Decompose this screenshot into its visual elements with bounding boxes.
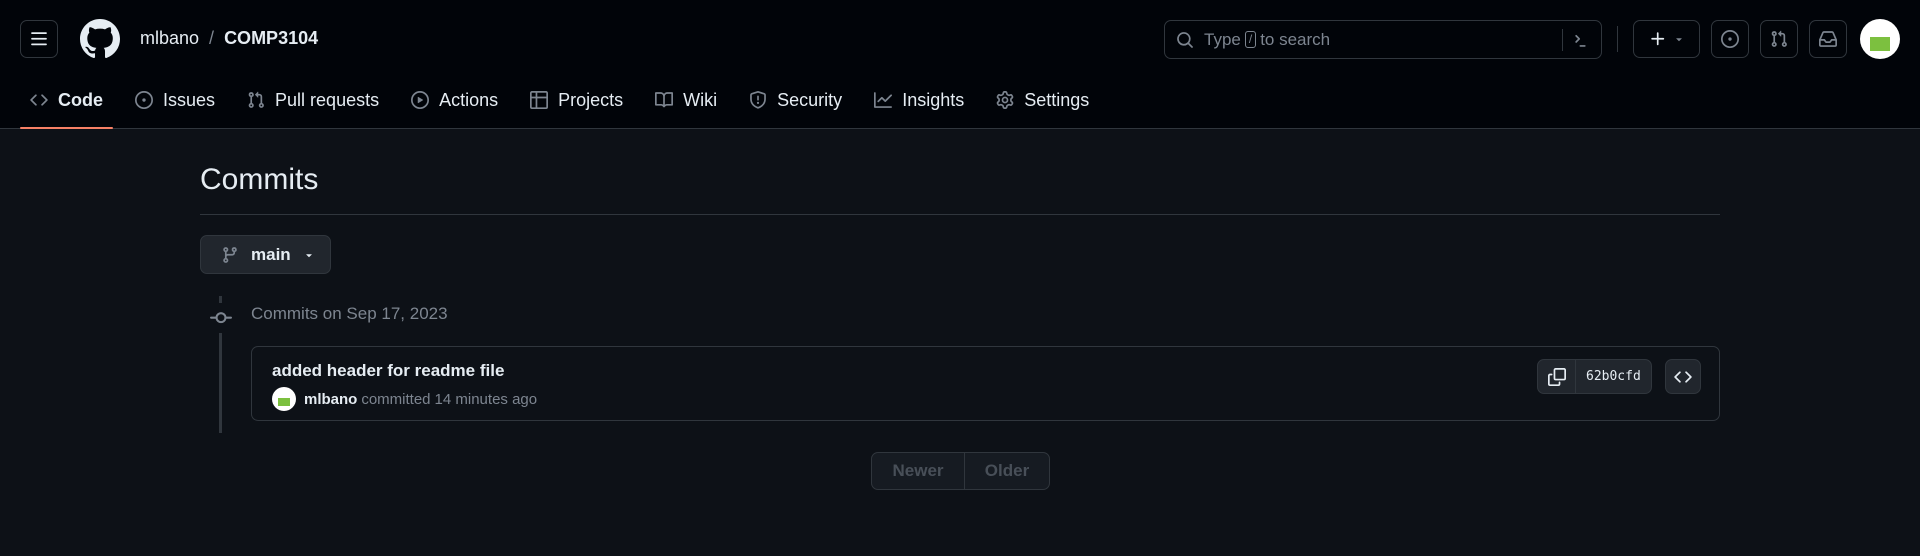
tab-issues[interactable]: Issues: [125, 80, 225, 120]
commit-list-item: added header for readme file mlbano comm…: [251, 346, 1720, 421]
issue-opened-icon: [135, 91, 153, 109]
gear-icon: [996, 91, 1014, 109]
triangle-down-icon: [305, 253, 312, 257]
shield-icon: [750, 91, 767, 109]
git-branch-icon: [223, 246, 237, 263]
tab-label: Wiki: [683, 89, 718, 110]
commit-group-date: Commits on Sep 17, 2023: [251, 304, 448, 323]
commit-meta: mlbano committed 14 minutes ago: [272, 387, 537, 411]
tab-projects[interactable]: Projects: [520, 80, 633, 120]
table-icon: [530, 91, 549, 109]
tab-label: Actions: [439, 89, 499, 110]
newer-button[interactable]: Newer: [872, 453, 965, 489]
tab-label: Settings: [1024, 89, 1090, 110]
title-divider: [200, 214, 1720, 215]
slash-key-hint: /: [1244, 31, 1257, 48]
code-icon: [30, 94, 48, 106]
user-avatar[interactable]: [1860, 19, 1900, 59]
breadcrumb-separator: /: [209, 28, 215, 48]
repo-nav-tabs: Code Issues Pull requests Actions Projec…: [20, 80, 1111, 129]
breadcrumb: mlbano / COMP3104: [140, 28, 318, 49]
older-button[interactable]: Older: [965, 453, 1049, 489]
tab-code[interactable]: Code: [20, 80, 113, 129]
git-commit-icon: [210, 303, 232, 333]
triangle-down-icon: [1675, 38, 1682, 42]
create-new-button[interactable]: [1633, 20, 1700, 58]
tab-label: Pull requests: [275, 89, 380, 110]
play-icon: [411, 91, 430, 109]
menu-button[interactable]: [20, 20, 58, 58]
inbox-button[interactable]: [1809, 20, 1847, 58]
owner-link[interactable]: mlbano: [140, 28, 199, 49]
browse-repo-button[interactable]: [1665, 359, 1701, 394]
branch-name: main: [251, 244, 291, 264]
commit-sha-link[interactable]: 62b0cfd: [1576, 360, 1651, 393]
pagination: Newer Older: [871, 452, 1050, 490]
plus-icon: [1650, 32, 1664, 46]
commit-time: 14 minutes ago: [434, 390, 538, 408]
tab-label: Issues: [163, 89, 216, 110]
git-pull-request-icon: [248, 91, 264, 108]
inbox-icon: [1819, 31, 1837, 47]
repo-link[interactable]: COMP3104: [224, 28, 318, 49]
issues-button[interactable]: [1711, 20, 1749, 58]
git-pull-request-icon: [1771, 30, 1787, 47]
commit-action: committed: [361, 390, 431, 408]
tab-security[interactable]: Security: [739, 80, 852, 120]
graph-icon: [874, 92, 893, 108]
pull-requests-button[interactable]: [1760, 20, 1798, 58]
copy-sha-button[interactable]: [1538, 360, 1576, 393]
search-input[interactable]: Type / to search: [1164, 20, 1602, 59]
tab-label: Insights: [902, 89, 965, 110]
hamburger-icon: [31, 32, 47, 46]
search-icon: [1177, 31, 1193, 48]
branch-selector[interactable]: main: [200, 235, 331, 274]
search-placeholder: Type / to search: [1204, 29, 1331, 49]
tab-label: Projects: [558, 89, 624, 110]
author-avatar[interactable]: [272, 387, 296, 411]
commit-message-link[interactable]: added header for readme file: [272, 361, 504, 381]
tab-label: Security: [777, 89, 843, 110]
search-divider: [1562, 29, 1563, 51]
tab-settings[interactable]: Settings: [986, 80, 1099, 120]
book-icon: [655, 92, 674, 108]
author-link[interactable]: mlbano: [304, 391, 357, 408]
tab-wiki[interactable]: Wiki: [645, 80, 727, 120]
issue-opened-icon: [1721, 30, 1739, 48]
command-palette-icon[interactable]: [1573, 31, 1591, 49]
github-logo-icon[interactable]: [80, 19, 120, 59]
copy-icon: [1547, 367, 1566, 386]
tab-label: Code: [58, 89, 103, 110]
page-title: Commits: [200, 163, 319, 196]
tab-actions[interactable]: Actions: [401, 80, 508, 120]
tab-insights[interactable]: Insights: [864, 80, 974, 120]
code-icon: [1674, 370, 1692, 383]
global-header: mlbano / COMP3104 Type / to search Code: [0, 0, 1920, 129]
header-divider: [1617, 26, 1618, 52]
tab-pull-requests[interactable]: Pull requests: [237, 80, 389, 120]
commit-sha-group: 62b0cfd: [1537, 359, 1652, 394]
